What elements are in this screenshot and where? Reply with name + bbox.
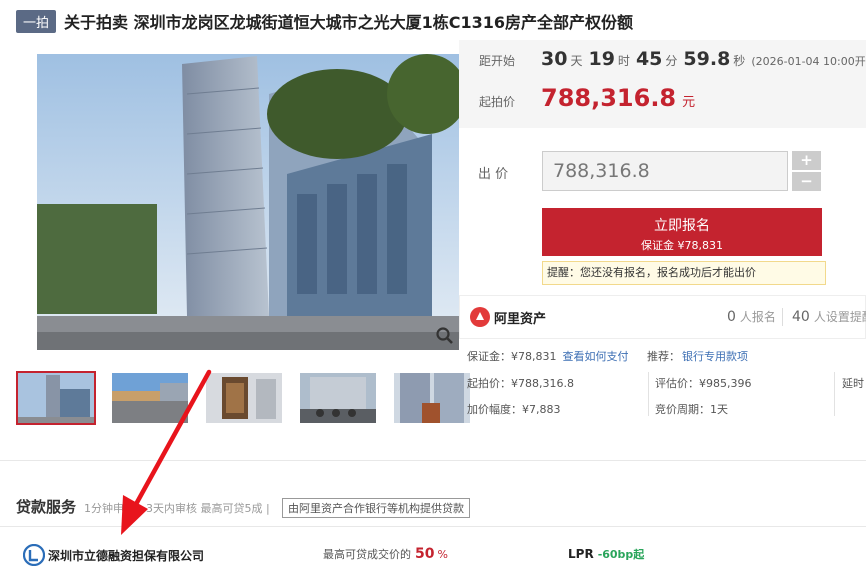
reminder-count: 40人设置提醒: [792, 308, 866, 325]
auction-start-time: (2026-01-04 10:00开拍): [751, 55, 866, 68]
deposit-text: 保证金：¥78,831: [467, 350, 557, 363]
lpr-info: LPR -60bp起: [568, 546, 644, 562]
deposit-info: 保证金：¥78,831 查看如何支付: [467, 348, 629, 364]
title-bar: 一拍 关于拍卖 深圳市龙岗区龙城街道恒大城市之光大厦1栋C1316房产全部产权份…: [16, 8, 633, 34]
thumbnail-2[interactable]: [110, 371, 190, 425]
thumbnail-4[interactable]: [298, 371, 378, 425]
countdown-days: 30: [541, 48, 568, 70]
count-divider: [782, 308, 783, 326]
countdown-seconds: 59.8: [683, 48, 731, 70]
recommend-label: 推荐：: [647, 350, 680, 363]
zoom-icon[interactable]: [435, 326, 455, 346]
start-price-label: 起拍价: [479, 95, 516, 109]
reminder-count-label: 人设置提醒: [813, 310, 866, 324]
delay-info: 延时: [842, 377, 864, 390]
bid-decrease-button[interactable]: −: [792, 172, 821, 191]
lpr-label: LPR: [568, 547, 594, 561]
countdown-label: 距开始: [479, 54, 516, 68]
start-price-unit: 元: [682, 95, 696, 110]
alibaba-assets-bar: 阿里资产 0人报名 40人设置提醒: [459, 295, 866, 339]
signup-deposit: 保证金 ¥78,831: [641, 239, 723, 252]
max-loan-unit: %: [437, 548, 448, 561]
recommend-info: 推荐： 银行专用款项: [647, 348, 748, 364]
increment-info: 加价幅度：¥7,883: [467, 403, 561, 416]
countdown-days-unit: 天: [570, 54, 583, 68]
max-loan-info: 最高可贷成交价的 50%: [323, 546, 448, 562]
info-divider-2: [834, 372, 835, 416]
countdown-hours-unit: 时: [617, 54, 630, 68]
section-divider: [0, 460, 866, 461]
how-to-pay-link[interactable]: 查看如何支付: [563, 350, 629, 363]
countdown-seconds-unit: 秒: [733, 54, 746, 68]
bid-increase-button[interactable]: +: [792, 151, 821, 170]
reminder-count-value: 40: [792, 309, 810, 325]
loan-provider-tag: 由阿里资产合作银行等机构提供贷款: [282, 498, 470, 518]
loan-divider: [0, 526, 866, 527]
main-property-photo[interactable]: [37, 54, 459, 350]
cycle-info: 竞价周期：1天: [655, 403, 728, 416]
lender-name[interactable]: 深圳市立德融资担保有限公司: [48, 547, 204, 564]
loan-service-title: 贷款服务: [16, 498, 77, 516]
bid-amount-input[interactable]: [542, 151, 788, 191]
alibaba-assets-name: 阿里资产: [494, 312, 547, 327]
countdown-minutes-unit: 分: [665, 54, 678, 68]
thumbnail-5[interactable]: [392, 371, 472, 425]
photo-thumbnails: [16, 371, 486, 425]
appraisal-info: 评估价：¥985,396: [655, 377, 752, 390]
signup-label: 立即报名: [654, 218, 710, 234]
auction-round-badge: 一拍: [16, 9, 57, 33]
lpr-value: -60bp起: [597, 548, 645, 561]
countdown-minutes: 45: [635, 48, 663, 70]
loan-service-subtitle: 1分钟申请，3天内审核 最高可贷5成 |: [84, 502, 270, 515]
max-loan-label: 最高可贷成交价的: [323, 548, 411, 561]
auction-status-panel: 距开始 30 天 19 时 45 分 59.8 秒 (2026-01-04 10…: [459, 40, 866, 128]
signup-count-label: 人报名: [739, 310, 776, 324]
countdown-hours: 19: [588, 48, 615, 70]
signup-button[interactable]: 立即报名 保证金 ¥78,831: [542, 208, 822, 256]
signup-count: 0 人报名: [727, 308, 776, 325]
lender-logo-icon: [23, 544, 45, 566]
start-price-row: 起拍价 788,316.8 元: [479, 84, 695, 112]
thumbnail-3[interactable]: [204, 371, 284, 425]
start-price-info: 起拍价：¥788,316.8: [467, 377, 574, 390]
thumbnail-1[interactable]: [16, 371, 96, 425]
building-photo: [37, 54, 459, 350]
alibaba-assets-logo-icon: [470, 307, 490, 327]
page-title: 关于拍卖 深圳市龙岗区龙城街道恒大城市之光大厦1栋C1316房产全部产权份额: [64, 13, 633, 32]
bank-special-link[interactable]: 银行专用款项: [682, 350, 748, 363]
info-divider-1: [648, 372, 649, 416]
max-loan-value: 50: [415, 546, 435, 562]
countdown-row: 距开始 30 天 19 时 45 分 59.8 秒 (2026-01-04 10…: [479, 48, 866, 70]
signup-reminder-tip: 提醒：您还没有报名，报名成功后才能出价: [542, 261, 826, 285]
start-price-value: 788,316.8: [541, 84, 677, 112]
bid-label: 出 价: [478, 167, 509, 182]
signup-count-value: 0: [727, 309, 736, 325]
